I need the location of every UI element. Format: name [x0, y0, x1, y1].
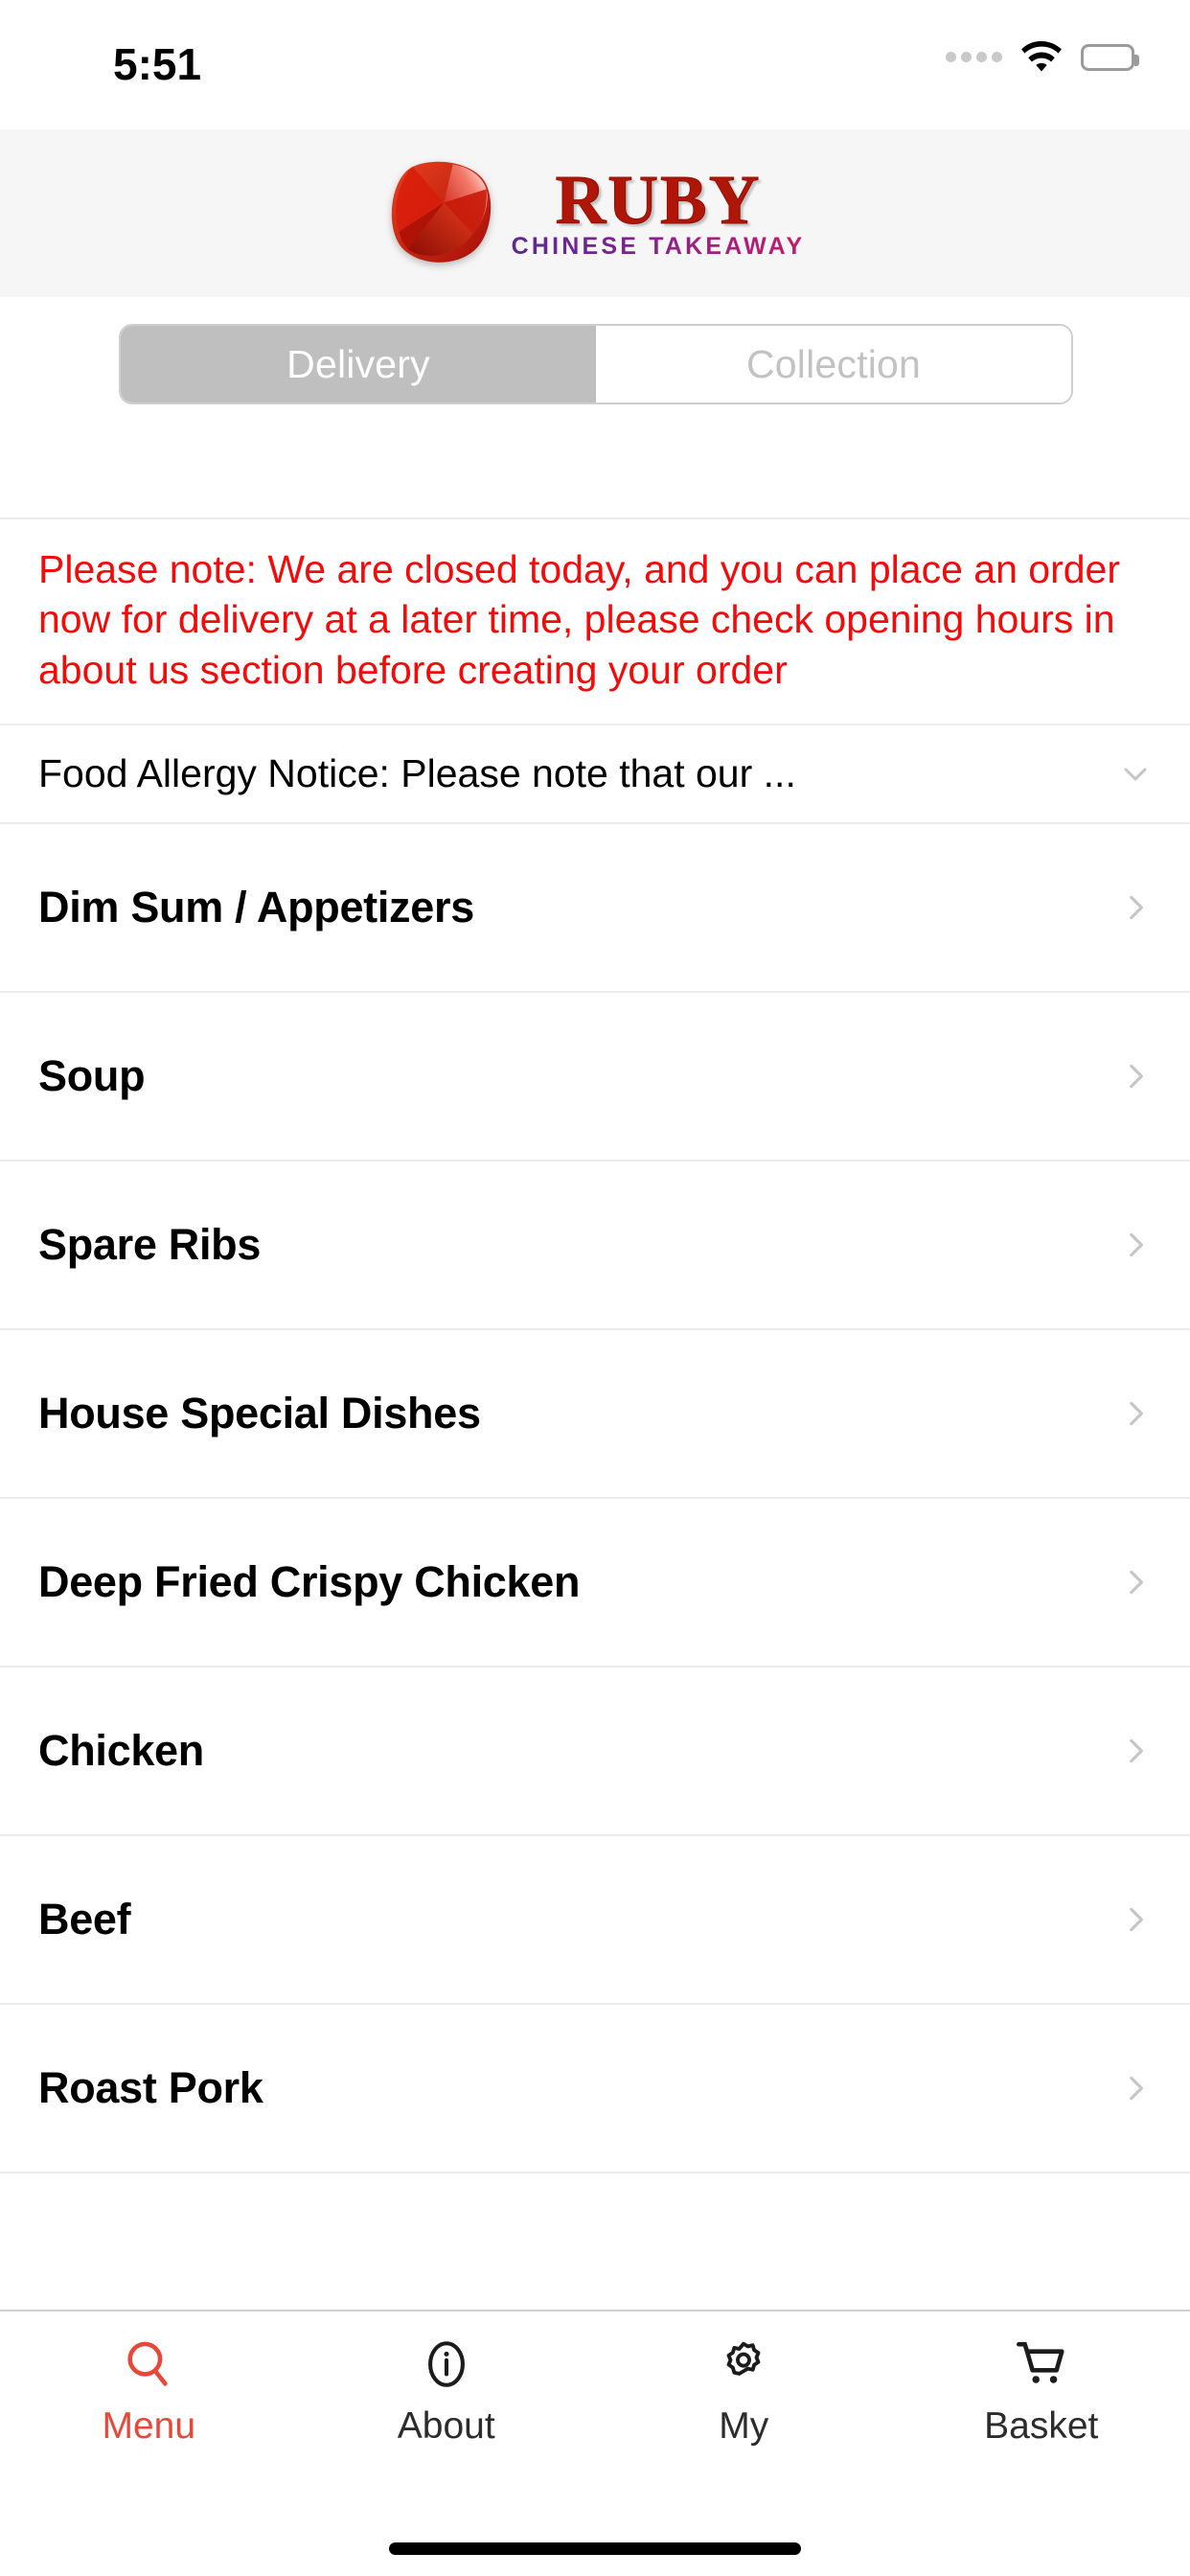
app-header: RUBY CHINESE TAKEAWAY: [0, 129, 1190, 297]
brand-tagline: CHINESE TAKEAWAY: [511, 233, 806, 261]
category-row-roast-pork[interactable]: Roast Pork: [0, 2005, 1190, 2174]
chevron-right-icon: [1130, 1571, 1143, 1595]
category-row-spare-ribs[interactable]: Spare Ribs: [0, 1162, 1190, 1331]
category-label: Roast Pork: [38, 2063, 263, 2113]
chevron-right-icon: [1130, 1402, 1143, 1426]
chevron-down-icon[interactable]: [1119, 758, 1152, 791]
info-icon: [427, 2341, 465, 2387]
brand-wordmark: RUBY CHINESE TAKEAWAY: [511, 160, 806, 261]
category-row-deep-fried-crispy-chicken[interactable]: Deep Fried Crispy Chicken: [0, 1499, 1190, 1668]
category-label: House Special Dishes: [38, 1389, 481, 1438]
tab-label: Basket: [984, 2405, 1099, 2447]
battery-full-icon: [1081, 43, 1139, 71]
tab-about[interactable]: About: [298, 2312, 596, 2448]
chevron-right-icon: [1130, 1065, 1143, 1089]
chevron-right-icon: [1130, 1908, 1143, 1932]
brand-logo: RUBY CHINESE TAKEAWAY: [385, 160, 806, 267]
category-label: Spare Ribs: [38, 1220, 262, 1270]
chevron-right-icon: [1130, 1233, 1143, 1257]
tab-label: About: [397, 2405, 495, 2447]
category-label: Chicken: [38, 1726, 204, 1776]
closed-notice: Please note: We are closed today, and yo…: [0, 519, 1190, 726]
tab-label: Menu: [102, 2405, 196, 2447]
brand-name: RUBY: [555, 160, 762, 239]
tab-basket[interactable]: Basket: [893, 2312, 1190, 2448]
allergy-notice-label: Food Allergy Notice: Please note that ou…: [38, 751, 796, 796]
ruby-gem-icon: [391, 161, 491, 263]
chevron-right-icon: [1130, 896, 1143, 920]
order-type-segmented-control[interactable]: Delivery Collection: [119, 324, 1073, 404]
gear-icon: [726, 2341, 761, 2376]
chevron-right-icon: [1130, 2077, 1143, 2101]
status-bar: 5:51: [0, 0, 1190, 129]
category-label: Dim Sum / Appetizers: [38, 883, 474, 932]
cart-icon: [1016, 2341, 1064, 2383]
status-bar-indicators: [946, 41, 1139, 73]
tab-label: My: [719, 2405, 769, 2447]
tab-my[interactable]: My: [595, 2312, 893, 2448]
status-bar-time: 5:51: [113, 39, 202, 89]
category-label: Beef: [38, 1895, 131, 1944]
search-icon: [127, 2341, 168, 2386]
home-indicator: [389, 2542, 801, 2555]
signal-dots-icon: [946, 52, 1002, 62]
menu-list: Please note: We are closed today, and yo…: [0, 518, 1190, 2174]
category-row-beef[interactable]: Beef: [0, 1836, 1190, 2006]
tab-menu[interactable]: Menu: [0, 2312, 298, 2448]
category-label: Deep Fried Crispy Chicken: [38, 1557, 581, 1607]
segment-collection[interactable]: Collection: [596, 326, 1071, 402]
category-row-house-special-dishes[interactable]: House Special Dishes: [0, 1330, 1190, 1500]
category-row-dim-sum-appetizers[interactable]: Dim Sum / Appetizers: [0, 824, 1190, 994]
allergy-notice-row[interactable]: Food Allergy Notice: Please note that ou…: [0, 725, 1190, 825]
wifi-icon: [1021, 41, 1062, 72]
chevron-right-icon: [1130, 1739, 1143, 1763]
category-row-chicken[interactable]: Chicken: [0, 1668, 1190, 1837]
segment-delivery[interactable]: Delivery: [121, 326, 596, 402]
app-screen: 5:51 RUBY CHINESE TAKEAWAY Delivery Coll…: [0, 0, 1190, 2576]
category-row-soup[interactable]: Soup: [0, 993, 1190, 1162]
bottom-tab-bar: Menu About My Basket: [0, 2310, 1190, 2576]
category-label: Soup: [38, 1051, 146, 1101]
